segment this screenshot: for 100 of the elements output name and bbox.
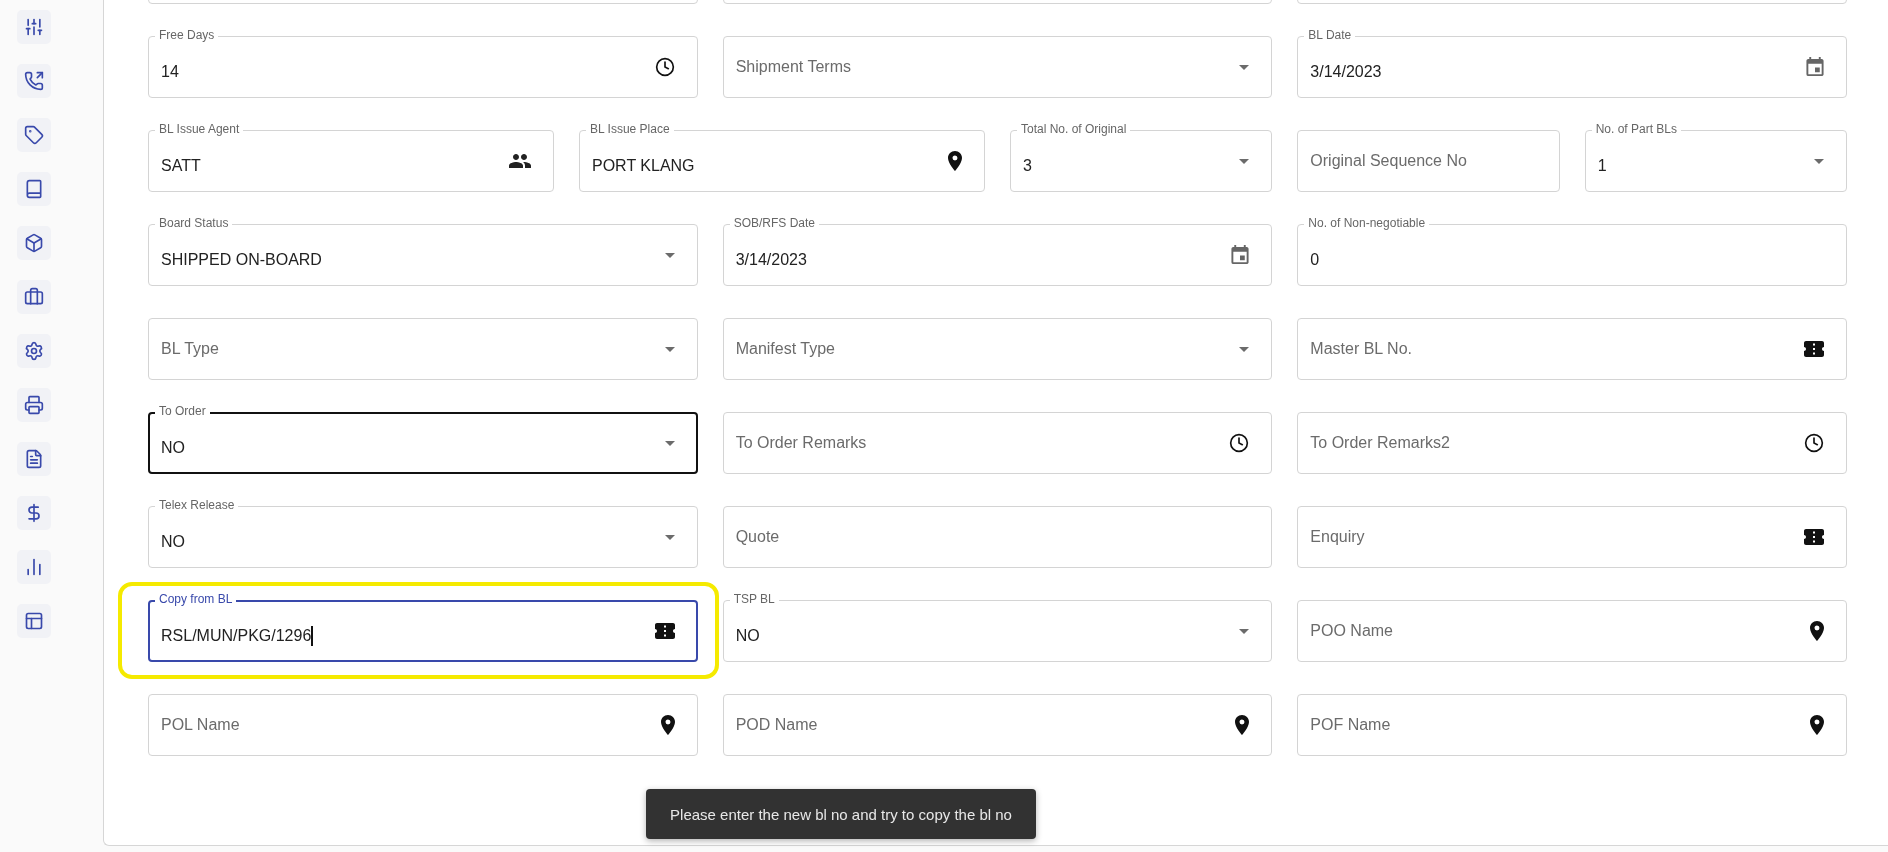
layout-icon [24,611,44,631]
book-icon [24,179,44,199]
nav-button[interactable] [17,118,51,152]
field-label: No. of Non-negotiable [1304,216,1430,230]
calendar-icon [1231,245,1250,265]
dropdown-arrow-icon [664,534,675,540]
field-value: SHIPPED ON-BOARD [161,251,322,269]
phone-icon [24,71,44,91]
location-pin-icon [1235,715,1250,735]
field-label: BL Issue Place [586,122,674,136]
field-value: NO [161,533,185,551]
field-value: 1 [1597,157,1607,175]
clock-icon [1804,433,1824,453]
field-value: SATT [161,157,201,175]
field-placeholder: Shipment Terms [735,58,851,76]
ticket-icon [1804,529,1824,545]
input-field[interactable]: Master BL No. [1297,318,1847,380]
field-label: Board Status [155,216,233,230]
location-pin-icon [948,151,962,171]
nav-button[interactable] [17,64,51,98]
field-label: Copy from BL [155,592,237,606]
field-placeholder: POF Name [1310,716,1391,734]
field-placeholder: POO Name [1310,622,1393,640]
dropdown-arrow-icon [664,440,675,446]
field-placeholder: POD Name [735,716,818,734]
dropdown-arrow-icon [1239,346,1250,352]
calendar-icon [1806,57,1824,77]
field-value: RSL/MUN/PKG/1296 [161,627,312,645]
nav-button[interactable] [17,226,51,260]
input-field[interactable]: Quote [722,506,1273,568]
input-field[interactable]: POD Name [722,694,1273,756]
tag-icon [24,125,44,145]
nav-button[interactable] [17,172,51,206]
people-icon [509,154,531,168]
field-placeholder: BL Type [161,340,219,358]
field-label: BL Date [1304,28,1356,42]
field-value: 0 [1310,251,1320,269]
field-value: 14 [161,63,179,81]
field-label: No. of Part BLs [1591,122,1682,136]
nav-button[interactable] [17,496,51,530]
field-value: PORT KLANG [592,157,695,175]
dropdown-arrow-icon [664,252,675,258]
bar-chart-icon [24,557,44,577]
sliders-icon [24,17,44,37]
field-placeholder: To Order Remarks2 [1310,434,1450,452]
field-value: NO [161,439,185,457]
briefcase-icon [24,287,44,307]
field-placeholder: Enquiry [1310,528,1365,546]
field-value: 3/14/2023 [1310,63,1382,81]
ticket-icon [1804,341,1824,357]
settings-icon [24,341,44,361]
field-label: Free Days [155,28,219,42]
nav-button[interactable] [17,280,51,314]
input-field[interactable]: To Order Remarks [722,412,1273,474]
select-field[interactable]: Manifest Type [722,318,1273,380]
location-pin-icon [660,715,675,735]
clock-icon [654,57,675,77]
dropdown-arrow-icon [1239,64,1250,70]
select-field[interactable]: BL Type [148,318,698,380]
nav-button[interactable] [17,388,51,422]
nav-button[interactable] [17,10,51,44]
field-placeholder: Master BL No. [1310,340,1412,358]
field-label: BL Issue Agent [155,122,244,136]
field-placeholder: Manifest Type [735,340,835,358]
nav-button[interactable] [17,442,51,476]
field-label: TSP BL [729,592,779,606]
box-icon [24,233,44,253]
input-field[interactable]: POL Name [148,694,698,756]
field-value: 3 [1023,157,1032,175]
input-field[interactable]: To Order Remarks2 [1297,412,1847,474]
text-cursor [311,626,313,646]
dropdown-arrow-icon [664,346,675,352]
field-placeholder: POL Name [161,716,240,734]
field-label: Telex Release [155,498,239,512]
field-label: To Order [155,404,210,418]
input-field[interactable]: POF Name [1297,694,1847,756]
dropdown-arrow-icon [1239,158,1250,164]
location-pin-icon [1810,715,1824,735]
field-placeholder: Original Sequence No [1310,152,1467,170]
dropdown-arrow-icon [1814,158,1824,164]
field-label: SOB/RFS Date [729,216,819,230]
input-field[interactable]: POO Name [1297,600,1847,662]
printer-icon [24,395,44,415]
input-field[interactable]: Original Sequence No [1297,130,1560,192]
field-placeholder: Quote [735,528,780,546]
nav-button[interactable] [17,334,51,368]
document-icon [24,449,44,469]
location-pin-icon [1810,621,1824,641]
dropdown-arrow-icon [1239,628,1250,634]
field-label: Total No. of Original [1017,122,1131,136]
input-field[interactable]: Enquiry [1297,506,1847,568]
nav-button[interactable] [17,604,51,638]
ticket-icon [654,623,675,639]
nav-button[interactable] [17,550,51,584]
field-value: NO [735,627,760,645]
field-placeholder: To Order Remarks [735,434,867,452]
clock-icon [1229,433,1250,453]
toast-message: Please enter the new bl no and try to copy the bl no [646,789,1036,839]
select-field[interactable]: Shipment Terms [722,36,1273,98]
field-value: 3/14/2023 [735,251,807,269]
